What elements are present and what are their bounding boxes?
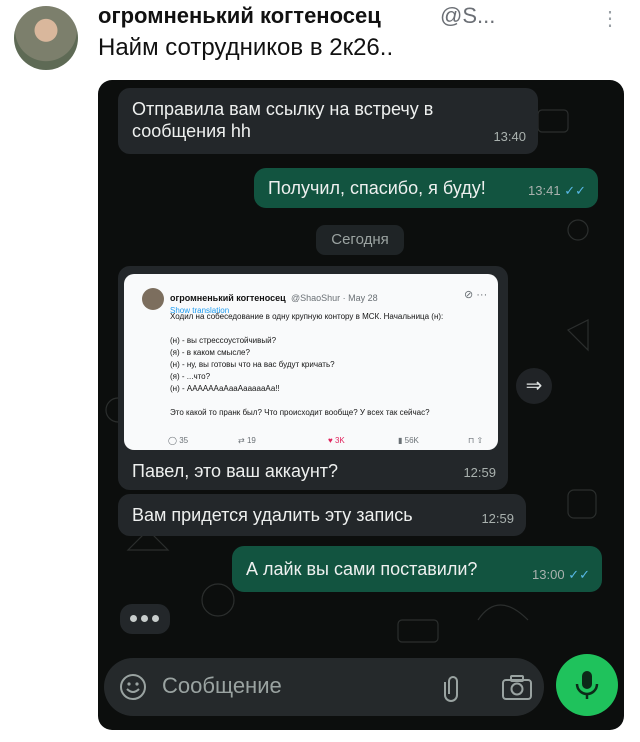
message-time: 12:59 xyxy=(481,511,514,526)
microphone-icon xyxy=(575,671,599,699)
double-check-icon: ✓✓ xyxy=(564,183,586,198)
post-header: огромненький когтеносец @S... ⋮ Найм сот… xyxy=(0,0,640,78)
emoji-icon[interactable] xyxy=(118,672,148,702)
screenshot-avatar xyxy=(142,288,164,310)
message-text: Вам придется удалить эту запись xyxy=(132,505,413,525)
date-separator: Сегодня xyxy=(316,225,404,255)
message-input[interactable]: Сообщение xyxy=(104,658,544,716)
message-time: 13:40 xyxy=(493,129,526,144)
message-text: Павел, это ваш аккаунт? xyxy=(132,461,339,481)
tweet-screenshot-image[interactable]: огромненький когтеносец @ShaoShur · May … xyxy=(124,274,498,450)
screenshot-stats: ◯ 35 ⇄ 19 ♥ 3K ▮ 56K ⊓ ⇧ xyxy=(168,436,484,445)
author-handle[interactable]: @S... xyxy=(440,3,495,29)
double-check-icon: ✓✓ xyxy=(568,567,590,582)
more-options-icon[interactable]: ⋮ xyxy=(600,6,620,31)
message-time: 13:00 xyxy=(532,567,565,582)
screenshot-meta: @ShaoShur · May 28 xyxy=(291,293,378,303)
input-placeholder: Сообщение xyxy=(162,673,282,698)
message-bubble[interactable]: А лайк вы сами поставили? 13:00 ✓✓ xyxy=(232,546,602,592)
message-text: Отправила вам ссылку на встречу в сообще… xyxy=(132,99,434,141)
author-avatar[interactable] xyxy=(14,6,78,70)
message-text: Получил, спасибо, я буду! xyxy=(268,178,486,198)
message-bubble[interactable]: Получил, спасибо, я буду! 13:41 ✓✓ xyxy=(254,168,598,208)
camera-icon[interactable] xyxy=(500,672,534,702)
author-name[interactable]: огромненький когтеносец xyxy=(98,3,381,29)
message-bubble-image[interactable]: огромненький когтеносец @ShaoShur · May … xyxy=(118,266,508,490)
screenshot-icons: ⊘ ··· xyxy=(464,289,488,301)
typing-indicator xyxy=(120,604,170,634)
attach-icon[interactable] xyxy=(438,672,468,702)
message-time: 13:41 xyxy=(528,183,561,198)
screenshot-body: Ходил на собеседование в одну крупную ко… xyxy=(170,312,444,417)
message-bubble[interactable]: Отправила вам ссылку на встречу в сообще… xyxy=(118,88,538,154)
chat-screenshot: Отправила вам ссылку на встречу в сообще… xyxy=(98,80,624,730)
message-text: А лайк вы сами поставили? xyxy=(246,559,478,579)
message-time: 12:59 xyxy=(463,465,496,480)
forward-icon[interactable]: ⇒ xyxy=(516,368,552,404)
post-text: Найм сотрудников в 2к26.. xyxy=(98,34,394,61)
mic-button[interactable] xyxy=(556,654,618,716)
message-bubble[interactable]: Вам придется удалить эту запись 12:59 xyxy=(118,494,526,536)
